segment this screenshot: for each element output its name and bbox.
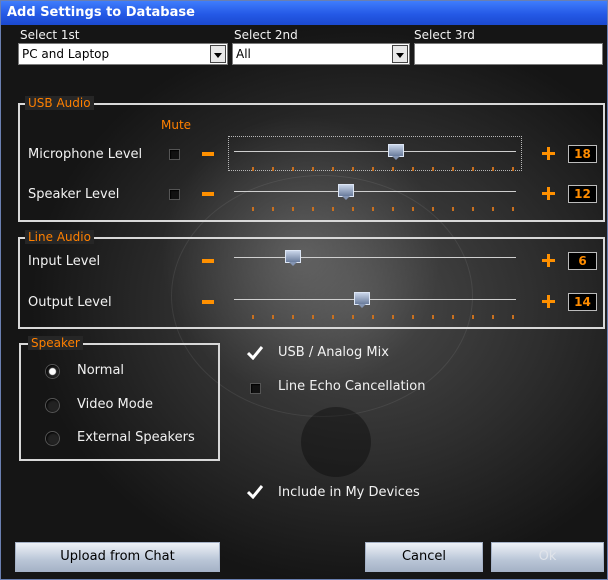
slider-ticks bbox=[252, 315, 516, 319]
speaker-external-radio[interactable] bbox=[46, 432, 59, 445]
upload-from-chat-button[interactable]: Upload from Chat bbox=[15, 542, 220, 572]
output-level-value: 14 bbox=[568, 293, 597, 311]
output-decrease-icon[interactable] bbox=[202, 300, 214, 304]
line-audio-title: Line Audio bbox=[25, 230, 94, 244]
slider-track bbox=[234, 299, 516, 300]
output-level-label: Output Level bbox=[28, 295, 112, 310]
output-level-slider[interactable] bbox=[234, 289, 516, 319]
input-level-value: 6 bbox=[568, 252, 597, 270]
slider-ticks bbox=[252, 167, 516, 171]
window-title: Add Settings to Database bbox=[1, 1, 607, 25]
speaker-video-mode-radio[interactable] bbox=[46, 399, 59, 412]
microphone-level-label: Microphone Level bbox=[28, 147, 143, 162]
microphone-mute-checkbox[interactable] bbox=[169, 149, 180, 160]
usb-analog-mix-label: USB / Analog Mix bbox=[278, 345, 389, 360]
input-level-slider[interactable] bbox=[234, 247, 516, 277]
cancel-button[interactable]: Cancel bbox=[365, 542, 483, 572]
speaker-normal-label: Normal bbox=[77, 363, 125, 378]
speaker-normal-radio[interactable] bbox=[46, 365, 59, 378]
ok-button[interactable]: Ok bbox=[491, 542, 604, 572]
select-2nd-label: Select 2nd bbox=[234, 28, 298, 42]
checkmark-icon bbox=[247, 346, 263, 360]
select-1st-value: PC and Laptop bbox=[22, 47, 110, 61]
input-decrease-icon[interactable] bbox=[202, 259, 214, 263]
select-1st-label: Select 1st bbox=[20, 28, 80, 42]
slider-ticks bbox=[252, 207, 516, 211]
speaker-increase-icon[interactable] bbox=[542, 187, 555, 200]
input-increase-icon[interactable] bbox=[542, 254, 555, 267]
include-in-my-devices-checkbox[interactable] bbox=[247, 485, 263, 499]
slider-track bbox=[234, 257, 516, 258]
slider-thumb[interactable] bbox=[285, 250, 301, 266]
speaker-video-mode-label: Video Mode bbox=[77, 397, 153, 412]
chevron-down-icon[interactable] bbox=[210, 45, 226, 63]
select-2nd-dropdown[interactable]: All bbox=[232, 43, 410, 65]
speaker-level-value: 12 bbox=[568, 185, 597, 203]
background-device-button bbox=[301, 407, 371, 477]
mute-label: Mute bbox=[161, 118, 192, 132]
slider-track bbox=[234, 151, 516, 152]
slider-track bbox=[234, 191, 516, 192]
speaker-external-label: External Speakers bbox=[77, 430, 195, 445]
speaker-mute-checkbox[interactable] bbox=[169, 189, 180, 200]
settings-window: Add Settings to Database Select 1st Sele… bbox=[0, 0, 608, 580]
usb-analog-mix-checkbox[interactable] bbox=[247, 346, 263, 360]
speaker-level-label: Speaker Level bbox=[28, 187, 120, 202]
include-in-my-devices-label: Include in My Devices bbox=[278, 485, 420, 500]
checkmark-icon bbox=[247, 485, 263, 499]
speaker-group-title: Speaker bbox=[28, 336, 83, 350]
output-increase-icon[interactable] bbox=[542, 295, 555, 308]
slider-thumb[interactable] bbox=[338, 184, 354, 200]
microphone-decrease-icon[interactable] bbox=[202, 152, 214, 156]
select-3rd-label: Select 3rd bbox=[414, 28, 475, 42]
microphone-increase-icon[interactable] bbox=[542, 147, 555, 160]
select-1st-dropdown[interactable]: PC and Laptop bbox=[18, 43, 228, 65]
slider-thumb[interactable] bbox=[354, 292, 370, 308]
slider-thumb[interactable] bbox=[388, 144, 404, 160]
usb-audio-title: USB Audio bbox=[25, 96, 94, 110]
chevron-down-icon[interactable] bbox=[392, 45, 408, 63]
line-echo-cancellation-label: Line Echo Cancellation bbox=[278, 379, 426, 394]
speaker-decrease-icon[interactable] bbox=[202, 192, 214, 196]
select-2nd-value: All bbox=[236, 47, 251, 61]
microphone-level-slider[interactable] bbox=[234, 141, 516, 171]
line-echo-cancellation-checkbox[interactable] bbox=[250, 383, 261, 394]
microphone-level-value: 18 bbox=[568, 145, 597, 163]
speaker-level-slider[interactable] bbox=[234, 181, 516, 211]
input-level-label: Input Level bbox=[28, 254, 101, 269]
select-3rd-input[interactable] bbox=[414, 43, 603, 65]
